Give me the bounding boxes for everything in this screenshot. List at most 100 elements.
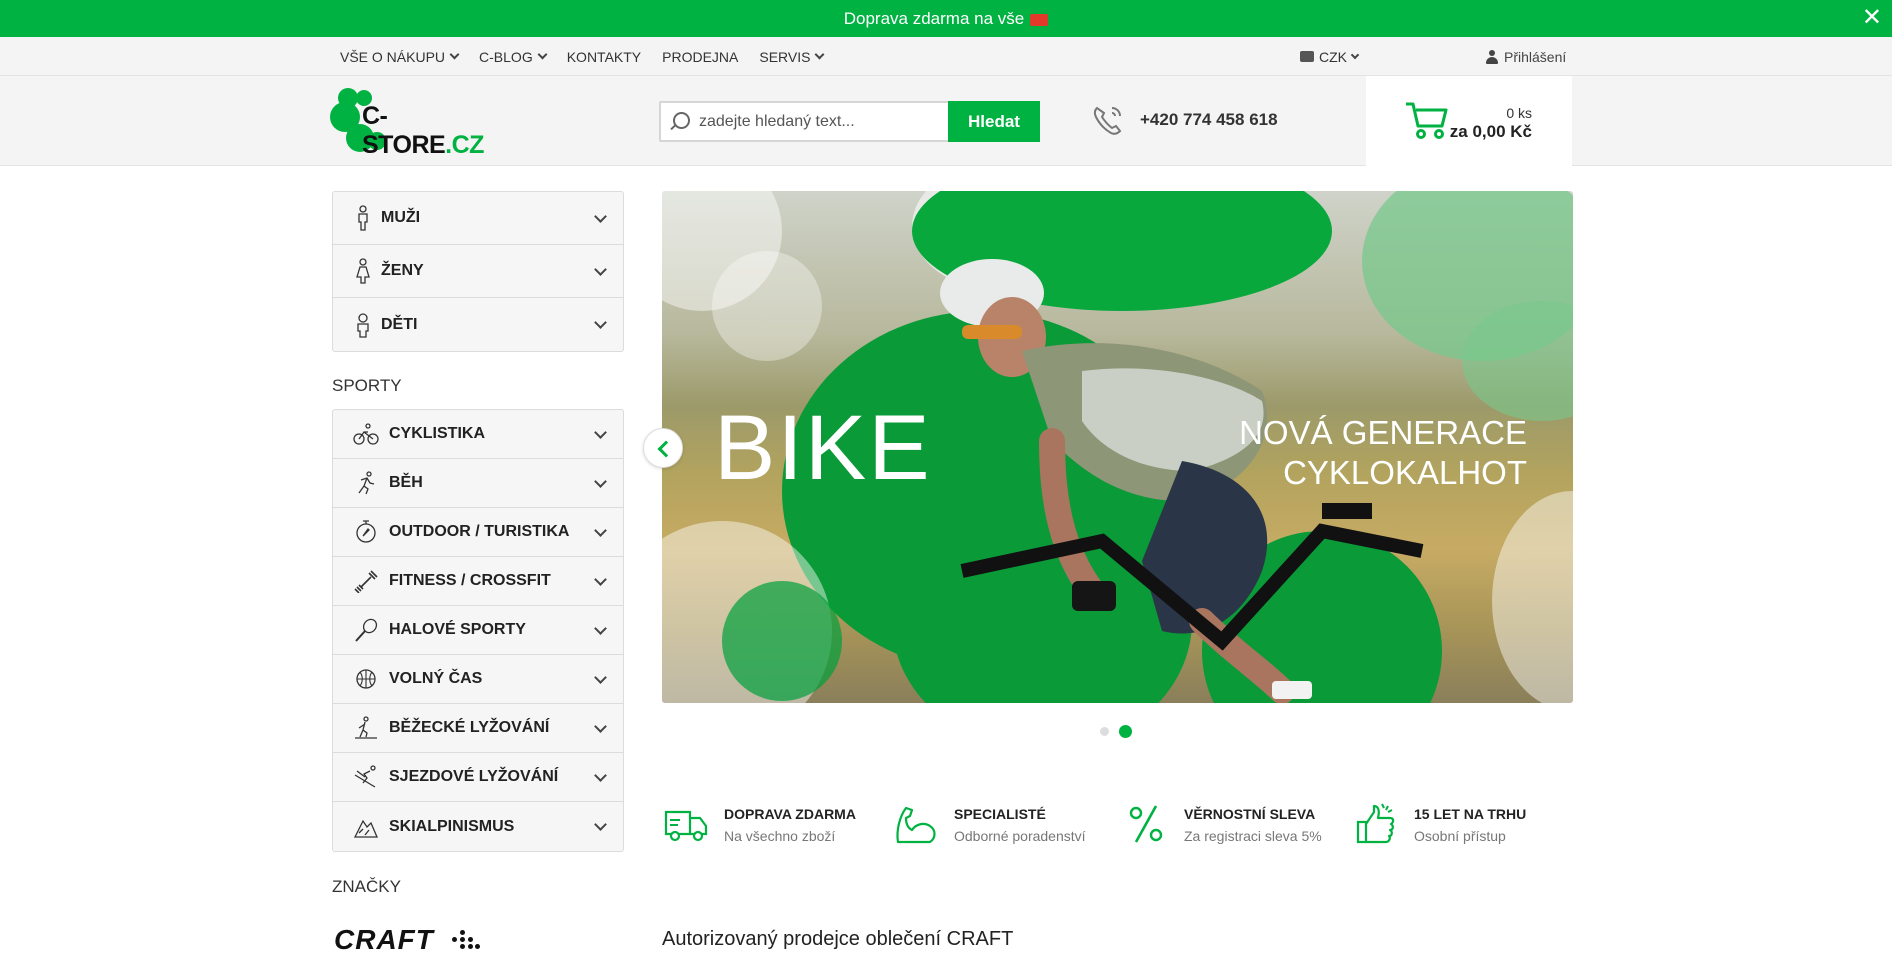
woman-icon bbox=[356, 258, 370, 284]
currency-icon bbox=[1300, 51, 1314, 62]
features-strip: DOPRAVA ZDARMA Na všechno zboží SPECIALI… bbox=[662, 800, 1582, 848]
craft-logo-dots-icon bbox=[452, 927, 482, 951]
feature-title: SPECIALISTÉ bbox=[954, 806, 1046, 822]
chevron-down-icon bbox=[594, 769, 607, 782]
man-icon bbox=[358, 205, 368, 231]
feature-free-shipping: DOPRAVA ZDARMA Na všechno zboží bbox=[662, 800, 892, 848]
user-icon bbox=[1486, 49, 1498, 64]
search-icon bbox=[673, 112, 690, 129]
bicycle-icon bbox=[353, 423, 379, 445]
menu-item-volny-cas[interactable]: VOLNÝ ČAS bbox=[333, 655, 623, 704]
feature-years-on-market: 15 LET NA TRHU Osobní přístup bbox=[1352, 800, 1582, 848]
slider-dot-2[interactable] bbox=[1119, 725, 1132, 738]
cart-quantity: 0 ks bbox=[1506, 105, 1532, 121]
menu-item-fitness[interactable]: FITNESS / CROSSFIT bbox=[333, 557, 623, 606]
menu-label: OUTDOOR / TURISTIKA bbox=[389, 523, 570, 540]
menu-label: FITNESS / CROSSFIT bbox=[389, 572, 551, 589]
site-header: C-STORE.CZ Hledat +420 774 458 618 0 ks … bbox=[0, 76, 1892, 166]
site-logo[interactable]: C-STORE.CZ bbox=[330, 88, 492, 159]
category-sidebar: MUŽI ŽENY DĚTI SPORTY CYKLISTIKA BĚH OUT bbox=[332, 191, 624, 852]
banner-title: BIKE bbox=[714, 397, 932, 499]
chevron-down-icon bbox=[594, 524, 607, 537]
chevron-down-icon bbox=[594, 426, 607, 439]
compass-icon bbox=[356, 520, 376, 543]
menu-item-deti[interactable]: DĚTI bbox=[333, 298, 623, 351]
banner-subtitle: NOVÁ GENERACE CYKLOKALHOT bbox=[1239, 413, 1527, 493]
chevron-down-icon bbox=[594, 622, 607, 635]
chevron-down-icon bbox=[449, 49, 460, 60]
menu-item-halove-sporty[interactable]: HALOVÉ SPORTY bbox=[333, 606, 623, 655]
craft-brand-logo[interactable]: CRAFT bbox=[334, 924, 434, 956]
chevron-down-icon bbox=[594, 573, 607, 586]
dumbbell-icon bbox=[354, 570, 378, 593]
menu-item-zeny[interactable]: ŽENY bbox=[333, 245, 623, 298]
child-icon bbox=[357, 312, 369, 338]
menu-label: SKIALPINISMUS bbox=[389, 817, 515, 835]
phone-contact[interactable]: +420 774 458 618 bbox=[1090, 102, 1278, 138]
chevron-down-icon bbox=[594, 671, 607, 684]
ball-icon bbox=[356, 669, 376, 689]
menu-label: ŽENY bbox=[381, 262, 424, 279]
cart-total: za 0,00 Kč bbox=[1449, 122, 1532, 141]
nav-vse-o-nakupu[interactable]: VŠE O NÁKUPU bbox=[340, 48, 460, 65]
menu-label: VOLNÝ ČAS bbox=[389, 670, 483, 687]
percent-icon bbox=[1129, 805, 1163, 843]
currency-label: CZK bbox=[1319, 48, 1347, 65]
hero-banner[interactable]: BIKE NOVÁ GENERACE CYKLOKALHOT bbox=[662, 191, 1573, 703]
nav-kontakty[interactable]: KONTAKTY bbox=[567, 49, 641, 65]
menu-item-outdoor[interactable]: OUTDOOR / TURISTIKA bbox=[333, 508, 623, 557]
sports-menu: CYKLISTIKA BĚH OUTDOOR / TURISTIKA FITNE… bbox=[332, 409, 624, 852]
banner-subtitle-line2: CYKLOKALHOT bbox=[1283, 454, 1527, 491]
ski-touring-icon bbox=[353, 819, 378, 838]
menu-item-skialpinismus[interactable]: SKIALPINISMUS bbox=[333, 802, 623, 851]
main-section-title: Autorizovaný prodejce oblečení CRAFT bbox=[662, 928, 1014, 950]
muscle-icon bbox=[896, 806, 936, 844]
slider-prev-button[interactable] bbox=[643, 428, 683, 468]
menu-label: SJEZDOVÉ LYŽOVÁNÍ bbox=[389, 768, 559, 785]
nav-c-blog[interactable]: C-BLOG bbox=[479, 49, 548, 65]
feature-title: VĚRNOSTNÍ SLEVA bbox=[1184, 806, 1316, 822]
runner-icon bbox=[358, 471, 375, 495]
menu-item-beh[interactable]: BĚH bbox=[333, 459, 623, 508]
racket-icon bbox=[355, 618, 378, 642]
chevron-down-icon bbox=[594, 720, 607, 733]
menu-label: BĚŽECKÉ LYŽOVÁNÍ bbox=[389, 719, 550, 736]
promo-bar: Doprava zdarma na vše ✕ bbox=[0, 0, 1892, 37]
menu-item-bezecke-lyzovani[interactable]: BĚŽECKÉ LYŽOVÁNÍ bbox=[333, 704, 623, 753]
chevron-down-icon bbox=[815, 49, 825, 60]
feature-title: 15 LET NA TRHU bbox=[1414, 806, 1527, 822]
login-link[interactable]: Přihlášení bbox=[1486, 37, 1566, 76]
feature-specialists: SPECIALISTÉ Odborné poradenství bbox=[892, 800, 1122, 848]
banner-subtitle-line1: NOVÁ GENERACE bbox=[1239, 414, 1527, 451]
menu-label: MUŽI bbox=[381, 209, 421, 226]
utility-nav: VŠE O NÁKUPU C-BLOG KONTAKTY PRODEJNA SE… bbox=[340, 37, 825, 76]
slider-dots bbox=[1100, 725, 1132, 738]
chevron-down-icon bbox=[594, 475, 607, 488]
feature-subtitle: Osobní přístup bbox=[1414, 828, 1506, 844]
menu-label: BĚH bbox=[389, 474, 423, 491]
cart-widget[interactable]: 0 ks za 0,00 Kč bbox=[1366, 76, 1572, 166]
nav-prodejna[interactable]: PRODEJNA bbox=[662, 49, 738, 65]
currency-select[interactable]: CZK bbox=[1300, 37, 1360, 76]
logo-text: C-STORE bbox=[362, 102, 446, 159]
menu-item-cyklistika[interactable]: CYKLISTIKA bbox=[333, 410, 623, 459]
chevron-down-icon bbox=[594, 316, 607, 329]
search-button[interactable]: Hledat bbox=[948, 101, 1040, 142]
gender-menu: MUŽI ŽENY DĚTI bbox=[332, 191, 624, 352]
brands-section-title: ZNAČKY bbox=[332, 877, 401, 896]
nav-servis[interactable]: SERVIS bbox=[759, 49, 825, 65]
menu-item-sjezdove-lyzovani[interactable]: SJEZDOVÉ LYŽOVÁNÍ bbox=[333, 753, 623, 802]
nav-label: VŠE O NÁKUPU bbox=[340, 48, 446, 65]
menu-item-muzi[interactable]: MUŽI bbox=[333, 192, 623, 245]
search-input[interactable] bbox=[699, 103, 939, 140]
downhill-ski-icon bbox=[354, 765, 376, 788]
feature-subtitle: Na všechno zboží bbox=[724, 828, 836, 844]
cart-icon bbox=[1406, 102, 1448, 139]
slider-dot-1[interactable] bbox=[1100, 727, 1109, 736]
chevron-down-icon bbox=[1350, 50, 1360, 59]
close-icon[interactable]: ✕ bbox=[1862, 6, 1882, 30]
nav-label: KONTAKTY bbox=[566, 48, 642, 65]
menu-label: CYKLISTIKA bbox=[389, 425, 485, 442]
chevron-down-icon bbox=[594, 263, 607, 276]
feature-loyalty-discount: VĚRNOSTNÍ SLEVA Za registraci sleva 5% bbox=[1122, 800, 1352, 848]
